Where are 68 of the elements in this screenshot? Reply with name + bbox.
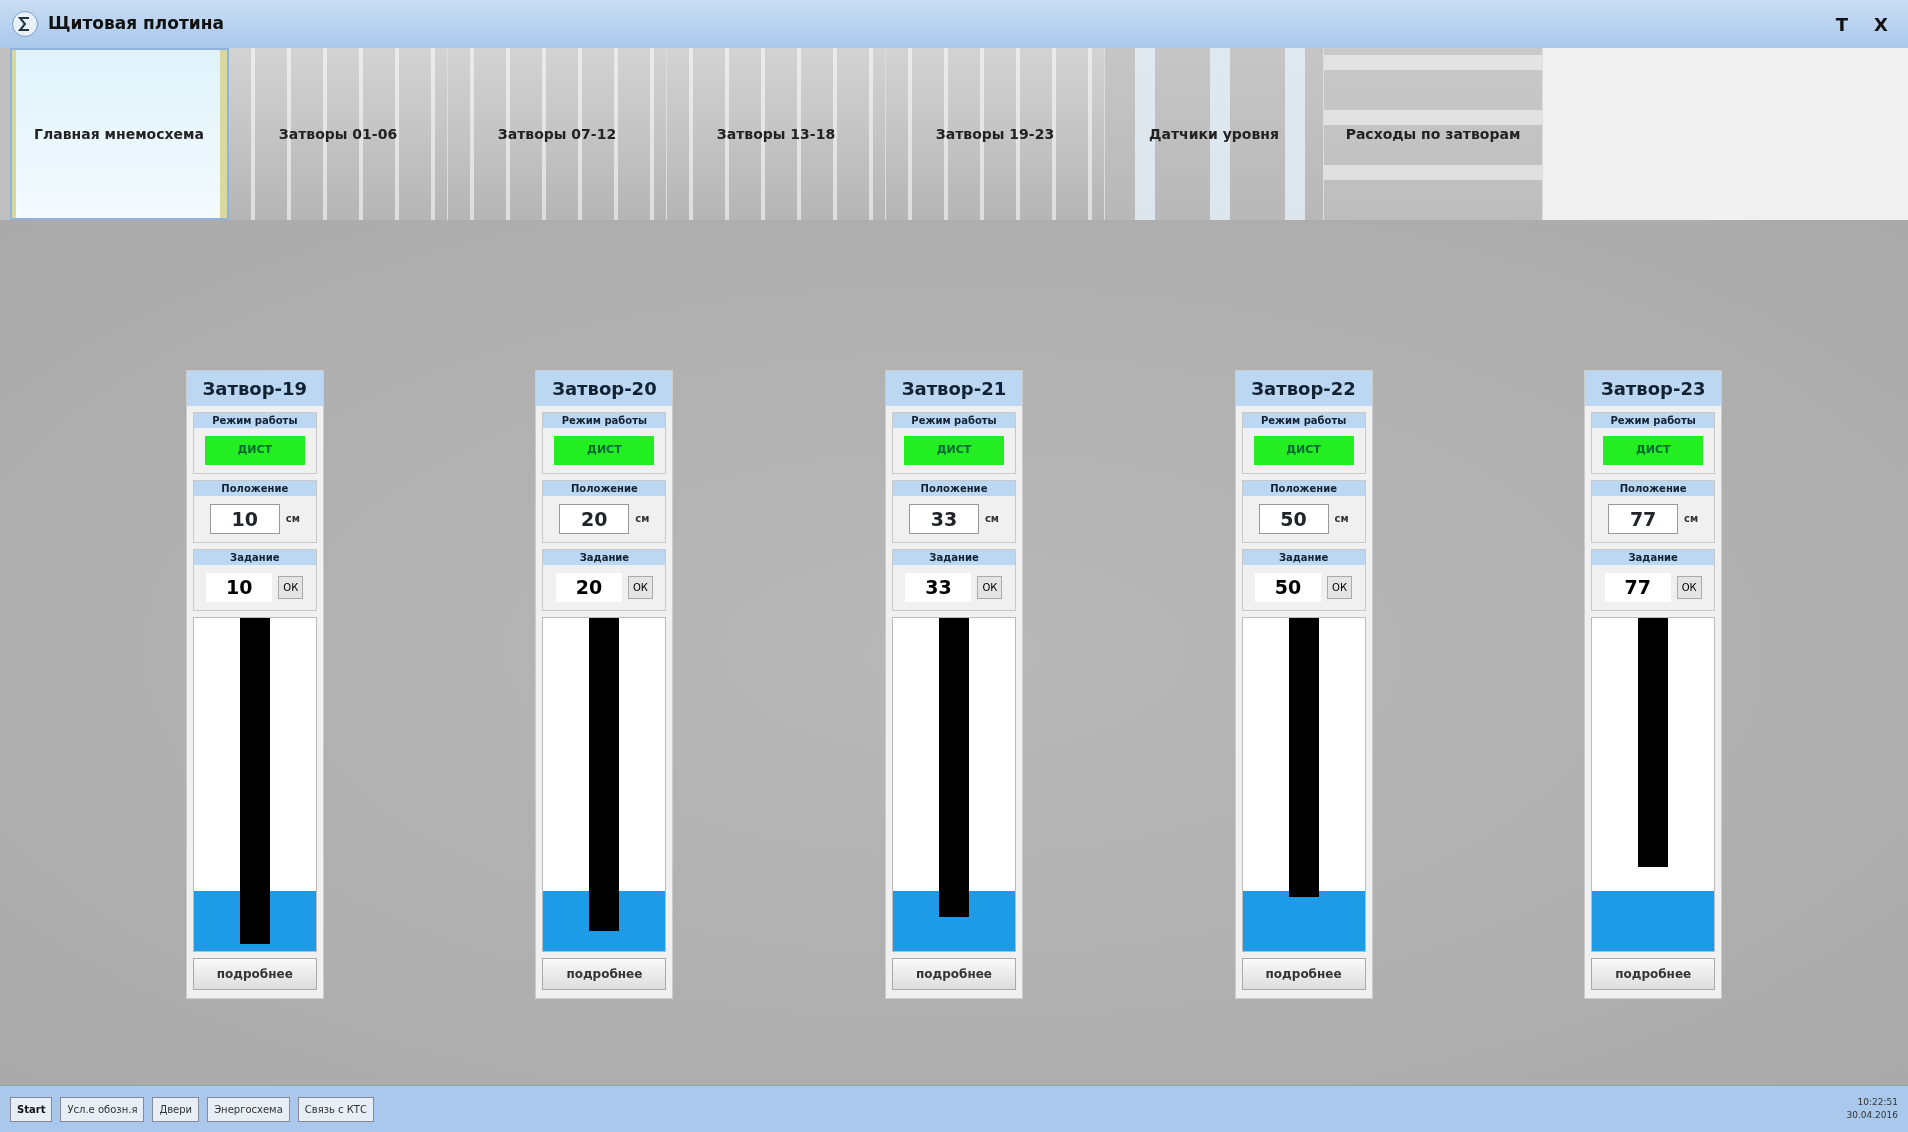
gate-title: Затвор-19 xyxy=(186,371,323,406)
window-control-button[interactable]: T xyxy=(1827,10,1857,38)
section-header: Положение xyxy=(1592,480,1715,496)
section-header: Задание xyxy=(1242,550,1365,565)
nav-tile[interactable]: Расходы по затворам xyxy=(1324,48,1543,220)
gate-title: Затвор-22 xyxy=(1235,371,1372,406)
section-header: Задание xyxy=(893,550,1015,565)
gate-title: Затвор-20 xyxy=(536,371,673,406)
section-header: Задание xyxy=(1592,550,1715,565)
section-header: Режим работы xyxy=(1592,413,1715,428)
position-value: 33 xyxy=(908,503,979,534)
details-button[interactable]: подробнее xyxy=(542,957,667,990)
nav-tile[interactable]: Затворы 13-18 xyxy=(667,48,886,220)
gate-title: Затвор-23 xyxy=(1585,371,1722,406)
ok-button[interactable]: ОК xyxy=(627,575,653,599)
taskbar-button[interactable]: Усл.е обозн.я xyxy=(60,1096,145,1122)
unit-label: см xyxy=(285,512,300,527)
nav-tile[interactable]: Затворы 01-06 xyxy=(229,48,448,220)
nav-tile[interactable]: Главная мнемосхема xyxy=(10,48,229,220)
sigma-icon xyxy=(12,11,38,37)
section-header: Положение xyxy=(543,480,666,496)
mode-button[interactable]: ДИСТ xyxy=(904,436,1004,465)
ok-button[interactable]: ОК xyxy=(278,575,304,599)
window-title: Щитовая плотина xyxy=(48,12,224,36)
setpoint-field[interactable]: 10 xyxy=(206,573,273,602)
mode-button[interactable]: ДИСТ xyxy=(1253,436,1354,465)
position-value: 77 xyxy=(1608,503,1679,534)
section-header: Задание xyxy=(543,550,666,565)
section-header: Режим работы xyxy=(893,413,1015,428)
section-header: Режим работы xyxy=(543,413,666,428)
section-header: Положение xyxy=(193,480,316,496)
section-header: Положение xyxy=(1242,480,1365,496)
ok-button[interactable]: ОК xyxy=(977,575,1003,599)
unit-label: см xyxy=(1334,512,1349,527)
gate-title: Затвор-21 xyxy=(886,371,1022,406)
setpoint-field[interactable]: 50 xyxy=(1255,573,1322,602)
setpoint-field[interactable]: 33 xyxy=(905,573,972,602)
nav-tile[interactable]: Затворы 07-12 xyxy=(448,48,667,220)
position-value: 50 xyxy=(1258,503,1329,534)
position-value: 20 xyxy=(559,503,630,534)
start-button[interactable]: Start xyxy=(10,1096,53,1122)
taskbar-button[interactable]: Энергосхема xyxy=(207,1096,290,1122)
details-button[interactable]: подробнее xyxy=(1241,957,1366,990)
clock-date: 30.04.2016 xyxy=(1846,1109,1898,1122)
nav-tile[interactable]: Датчики уровня xyxy=(1105,48,1324,220)
nav-tile[interactable]: Затворы 19-23 xyxy=(886,48,1105,220)
details-button[interactable]: подробнее xyxy=(192,957,317,990)
clock-time: 10:22:51 xyxy=(1857,1095,1898,1109)
window-control-button[interactable]: X xyxy=(1866,10,1896,38)
unit-label: см xyxy=(1684,512,1699,527)
section-header: Положение xyxy=(893,480,1015,496)
ok-button[interactable]: ОК xyxy=(1676,575,1702,599)
taskbar-button[interactable]: Двери xyxy=(152,1096,200,1122)
setpoint-field[interactable]: 20 xyxy=(555,573,622,602)
section-header: Задание xyxy=(193,550,316,565)
section-header: Режим работы xyxy=(193,413,316,428)
details-button[interactable]: подробнее xyxy=(1591,957,1716,990)
ok-button[interactable]: ОК xyxy=(1327,575,1353,599)
mode-button[interactable]: ДИСТ xyxy=(1603,436,1704,465)
unit-label: см xyxy=(635,512,650,527)
setpoint-field[interactable]: 77 xyxy=(1604,573,1671,602)
unit-label: см xyxy=(984,512,1000,527)
details-button[interactable]: подробнее xyxy=(892,957,1016,990)
position-value: 10 xyxy=(209,503,280,534)
taskbar-button[interactable]: Связь с КТС xyxy=(297,1096,374,1122)
mode-button[interactable]: ДИСТ xyxy=(554,436,655,465)
mode-button[interactable]: ДИСТ xyxy=(204,436,305,465)
section-header: Режим работы xyxy=(1242,413,1365,428)
